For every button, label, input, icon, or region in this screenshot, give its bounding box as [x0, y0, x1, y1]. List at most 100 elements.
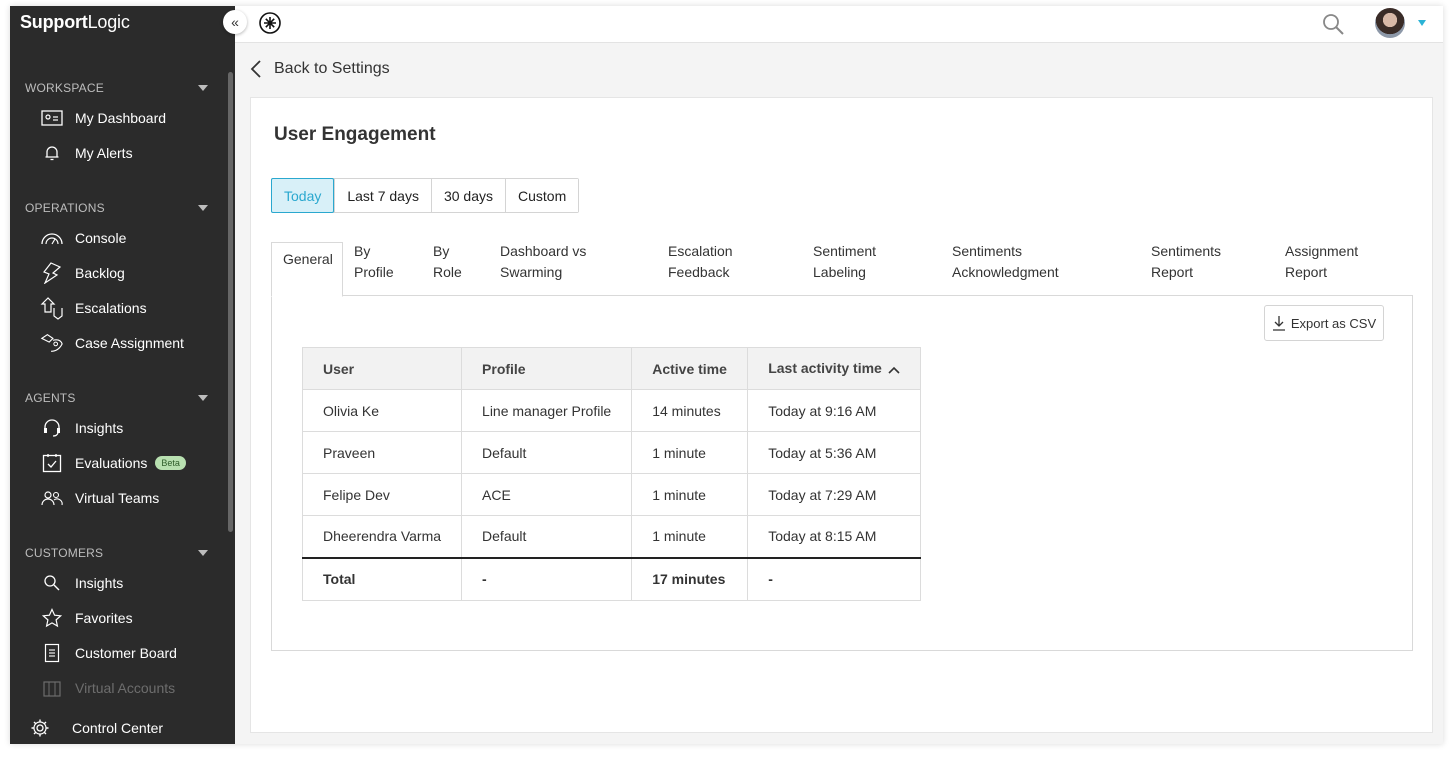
date-range-selector: Today Last 7 days 30 days Custom: [271, 178, 580, 213]
column-header-user[interactable]: User: [301, 347, 463, 390]
total-label: Total: [301, 556, 463, 601]
checklist-icon: [40, 452, 64, 474]
cell-user: Olivia Ke: [301, 389, 463, 432]
column-header-profile[interactable]: Profile: [461, 347, 633, 390]
sidebar-item-label: Case Assignment: [75, 335, 184, 351]
cell-active-time: 1 minute: [631, 515, 749, 558]
back-to-settings-link[interactable]: Back to Settings: [250, 56, 390, 82]
cell-profile: ACE: [461, 473, 633, 516]
tab-general[interactable]: General: [271, 242, 343, 297]
search-icon: [40, 572, 64, 594]
table-row: Olivia Ke Line manager Profile 14 minute…: [301, 389, 921, 432]
sidebar-item-label: Insights: [75, 420, 124, 436]
sidebar-item-label: Control Center: [72, 720, 164, 736]
bell-icon: [40, 142, 64, 164]
gear-icon: [28, 718, 52, 738]
cell-profile: Default: [461, 431, 633, 474]
sidebar-item-my-alerts[interactable]: My Alerts: [40, 139, 220, 167]
section-title-workspace: WORKSPACE: [25, 81, 104, 95]
total-profile: -: [461, 556, 633, 601]
back-link-label: Back to Settings: [274, 60, 390, 77]
case-assignment-icon: [40, 332, 64, 354]
sidebar-item-label: Favorites: [75, 610, 133, 626]
chevron-left-icon: [250, 59, 262, 79]
total-last-activity: -: [747, 556, 921, 601]
sidebar-item-label: Customer Board: [75, 645, 177, 661]
logo: SupportLogic: [20, 12, 130, 32]
sidebar-item-label: My Dashboard: [75, 110, 167, 126]
total-active-time: 17 minutes: [631, 556, 749, 601]
sidebar-item-label: Insights: [75, 575, 124, 591]
people-icon: [40, 487, 64, 509]
building-icon: [40, 677, 64, 699]
section-title-customers: CUSTOMERS: [25, 546, 104, 560]
sidebar-item-label: Evaluations: [75, 455, 148, 471]
top-bar: [235, 6, 1443, 43]
range-today-button[interactable]: Today: [271, 178, 335, 213]
sidebar-item-label: Virtual Teams: [75, 490, 160, 506]
cell-profile: Line manager Profile: [461, 389, 633, 432]
cell-user: Dheerendra Varma: [301, 515, 463, 558]
sidebar-item-label: Console: [75, 230, 127, 246]
range-custom-button[interactable]: Custom: [505, 179, 579, 212]
tab-sentiment-labeling[interactable]: Sentiment Labeling: [813, 241, 876, 283]
sidebar-item-my-dashboard[interactable]: My Dashboard: [40, 104, 220, 132]
sidebar-item-favorites[interactable]: Favorites: [40, 604, 220, 632]
section-title-agents: AGENTS: [25, 391, 76, 405]
export-csv-button[interactable]: Export as CSV: [1264, 305, 1384, 341]
page-title: User Engagement: [274, 124, 436, 145]
sidebar-item-label: Virtual Accounts: [75, 680, 176, 696]
search-icon[interactable]: [1321, 12, 1345, 41]
app-asterisk-icon[interactable]: [259, 12, 281, 39]
export-label: Export as CSV: [1290, 315, 1377, 331]
cell-active-time: 14 minutes: [631, 389, 749, 432]
tab-sentiments-report[interactable]: Sentiments Report: [1151, 241, 1221, 283]
sidebar-item-agent-insights[interactable]: Insights: [40, 414, 220, 442]
sidebar-item-customer-board[interactable]: Customer Board: [40, 639, 220, 667]
tab-by-profile[interactable]: By Profile: [354, 241, 394, 283]
table-row: Praveen Default 1 minute Today at 5:36 A…: [301, 431, 921, 474]
sidebar-item-console[interactable]: Console: [40, 224, 220, 252]
gauge-icon: [40, 227, 64, 249]
workspace-collapse-caret-icon[interactable]: [198, 85, 208, 91]
cell-user: Felipe Dev: [301, 473, 463, 516]
cell-last-activity: Today at 9:16 AM: [747, 389, 921, 432]
cell-active-time: 1 minute: [631, 431, 749, 474]
table-header-row: User Profile Active time Last activity t…: [301, 347, 921, 390]
sidebar-scrollbar[interactable]: [228, 72, 233, 532]
agents-collapse-caret-icon[interactable]: [198, 395, 208, 401]
tab-escalation-feedback[interactable]: Escalation Feedback: [668, 241, 733, 283]
section-title-operations: OPERATIONS: [25, 201, 105, 215]
sidebar-item-backlog[interactable]: Backlog: [40, 259, 220, 287]
tab-dashboard-vs-swarming[interactable]: Dashboard vs Swarming: [500, 241, 586, 283]
cell-profile: Default: [461, 515, 633, 558]
sidebar-item-escalations[interactable]: Escalations: [40, 294, 220, 322]
cell-last-activity: Today at 8:15 AM: [747, 515, 921, 558]
column-header-active-time[interactable]: Active time: [631, 347, 749, 390]
beta-badge: Beta: [155, 456, 186, 470]
tab-by-role[interactable]: By Role: [433, 241, 462, 283]
id-card-icon: [40, 107, 64, 129]
sidebar-item-label: My Alerts: [75, 145, 133, 161]
chevron-down-icon[interactable]: [1418, 20, 1426, 26]
sidebar-item-case-assignment[interactable]: Case Assignment: [40, 329, 220, 357]
sidebar-item-virtual-teams[interactable]: Virtual Teams: [40, 484, 220, 512]
sidebar-item-control-center[interactable]: Control Center: [28, 716, 163, 740]
column-header-last-activity-time[interactable]: Last activity time: [747, 347, 921, 390]
sidebar-collapse-button[interactable]: «: [223, 10, 247, 34]
operations-collapse-caret-icon[interactable]: [198, 205, 208, 211]
sidebar-item-label: Escalations: [75, 300, 147, 316]
download-icon: [1272, 315, 1286, 331]
range-last-7-days-button[interactable]: Last 7 days: [334, 179, 431, 212]
app-window: SupportLogic WORKSPACE My Dashboard My A…: [10, 6, 1443, 744]
cell-user: Praveen: [301, 431, 463, 474]
customers-collapse-caret-icon[interactable]: [198, 550, 208, 556]
sidebar-item-customer-insights[interactable]: Insights: [40, 569, 220, 597]
range-30-days-button[interactable]: 30 days: [430, 179, 506, 212]
sidebar-item-virtual-accounts: Virtual Accounts: [40, 674, 220, 702]
tab-assignment-report[interactable]: Assignment Report: [1285, 241, 1358, 283]
sidebar-item-evaluations[interactable]: Evaluations Beta: [40, 449, 220, 477]
tab-sentiments-acknowledgment[interactable]: Sentiments Acknowledgment: [952, 241, 1059, 283]
avatar[interactable]: [1375, 8, 1405, 38]
document-icon: [40, 642, 64, 664]
